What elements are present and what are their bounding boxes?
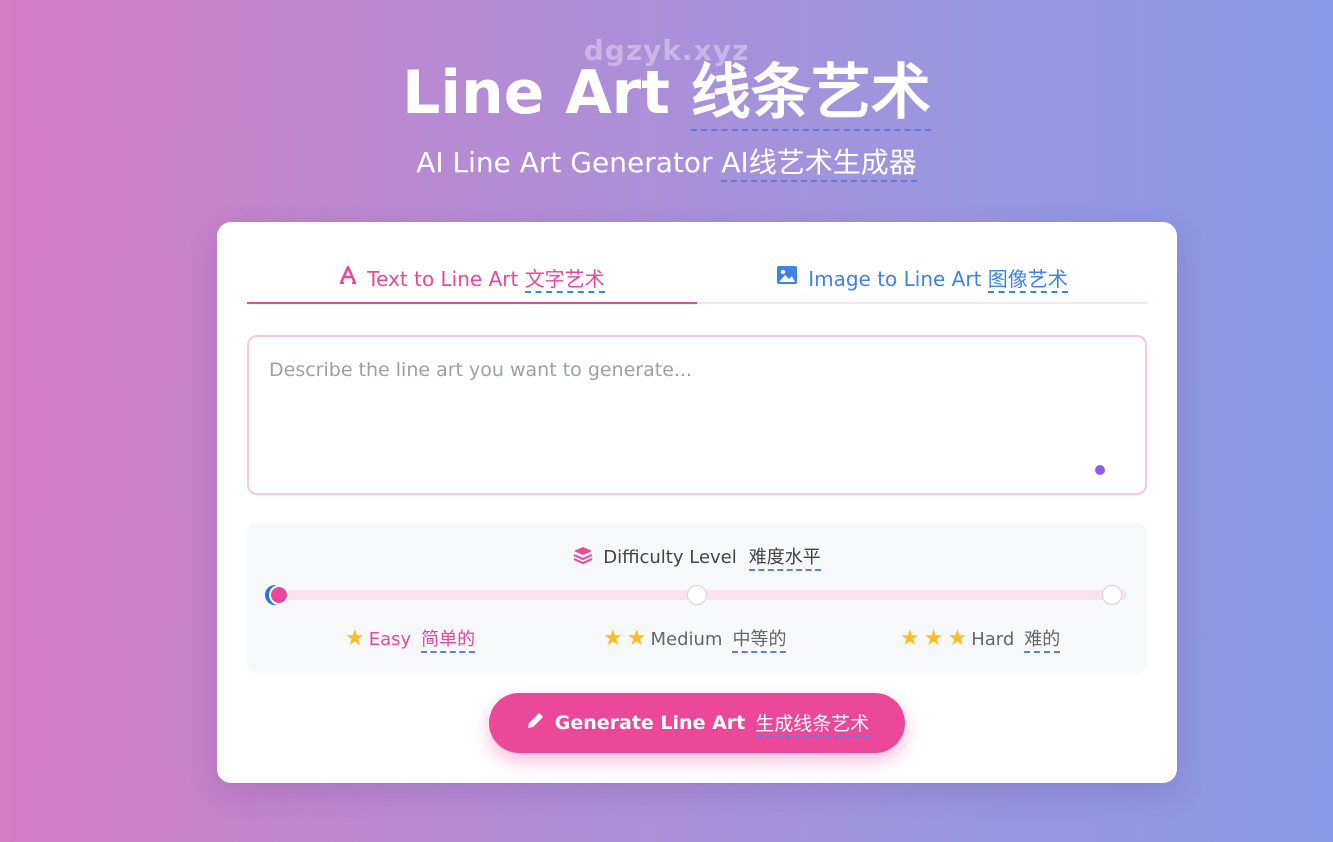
subtitle-english: AI Line Art Generator bbox=[416, 146, 713, 179]
font-a-icon bbox=[339, 265, 357, 289]
difficulty-label: Difficulty Level bbox=[603, 546, 737, 568]
page-subtitle: AI Line Art Generator AI线艺术生成器 bbox=[0, 144, 1333, 182]
difficulty-label-chinese: 难度水平 bbox=[748, 543, 821, 571]
tab-label: Image to Line Art 图像艺术 bbox=[808, 266, 1068, 293]
slider-knob-medium[interactable] bbox=[687, 585, 707, 605]
difficulty-panel: Difficulty Level 难度水平 ★ Easy 简单的 ★ ★ Med… bbox=[247, 523, 1147, 673]
generate-label-chinese: 生成线条艺术 bbox=[755, 709, 870, 738]
tab-image-to-line-art[interactable]: Image to Line Art 图像艺术 bbox=[697, 252, 1147, 302]
prompt-field-wrapper bbox=[247, 335, 1147, 495]
title-chinese: 线条艺术 bbox=[690, 58, 931, 131]
slider-knob-easy[interactable] bbox=[269, 585, 289, 605]
image-icon bbox=[776, 265, 798, 290]
layers-icon bbox=[573, 546, 593, 569]
star-icon: ★ bbox=[947, 626, 968, 651]
level-hard[interactable]: ★ ★ ★ Hard 难的 bbox=[900, 625, 1061, 653]
subtitle-chinese: AI线艺术生成器 bbox=[721, 146, 917, 182]
page-title: Line Art 线条艺术 bbox=[0, 56, 1333, 131]
mode-tabs: Text to Line Art 文字艺术 Image to Line Art … bbox=[247, 252, 1147, 304]
slider-knob-hard[interactable] bbox=[1102, 585, 1122, 605]
generate-button[interactable]: Generate Line Art 生成线条艺术 bbox=[489, 693, 905, 753]
prompt-input[interactable] bbox=[249, 337, 1145, 493]
tab-label: Text to Line Art 文字艺术 bbox=[367, 266, 605, 293]
generator-card: Text to Line Art 文字艺术 Image to Line Art … bbox=[217, 222, 1177, 783]
star-icon: ★ bbox=[900, 626, 920, 651]
difficulty-levels: ★ Easy 简单的 ★ ★ Medium 中等的 ★ ★ ★ Hard 难的 bbox=[247, 625, 1147, 653]
star-icon: ★ bbox=[603, 626, 623, 651]
star-icon: ★ bbox=[626, 626, 647, 651]
difficulty-slider[interactable] bbox=[269, 585, 1127, 605]
title-english: Line Art bbox=[402, 58, 670, 128]
level-easy[interactable]: ★ Easy 简单的 bbox=[345, 625, 476, 653]
tab-text-to-line-art[interactable]: Text to Line Art 文字艺术 bbox=[247, 252, 697, 304]
generate-label: Generate Line Art bbox=[554, 712, 746, 734]
difficulty-heading: Difficulty Level 难度水平 bbox=[247, 543, 1147, 571]
status-dot bbox=[1095, 465, 1105, 475]
level-medium[interactable]: ★ ★ Medium 中等的 bbox=[603, 625, 787, 653]
star-icon: ★ bbox=[923, 626, 944, 651]
star-icon: ★ bbox=[345, 626, 365, 651]
pencil-icon bbox=[525, 711, 545, 736]
